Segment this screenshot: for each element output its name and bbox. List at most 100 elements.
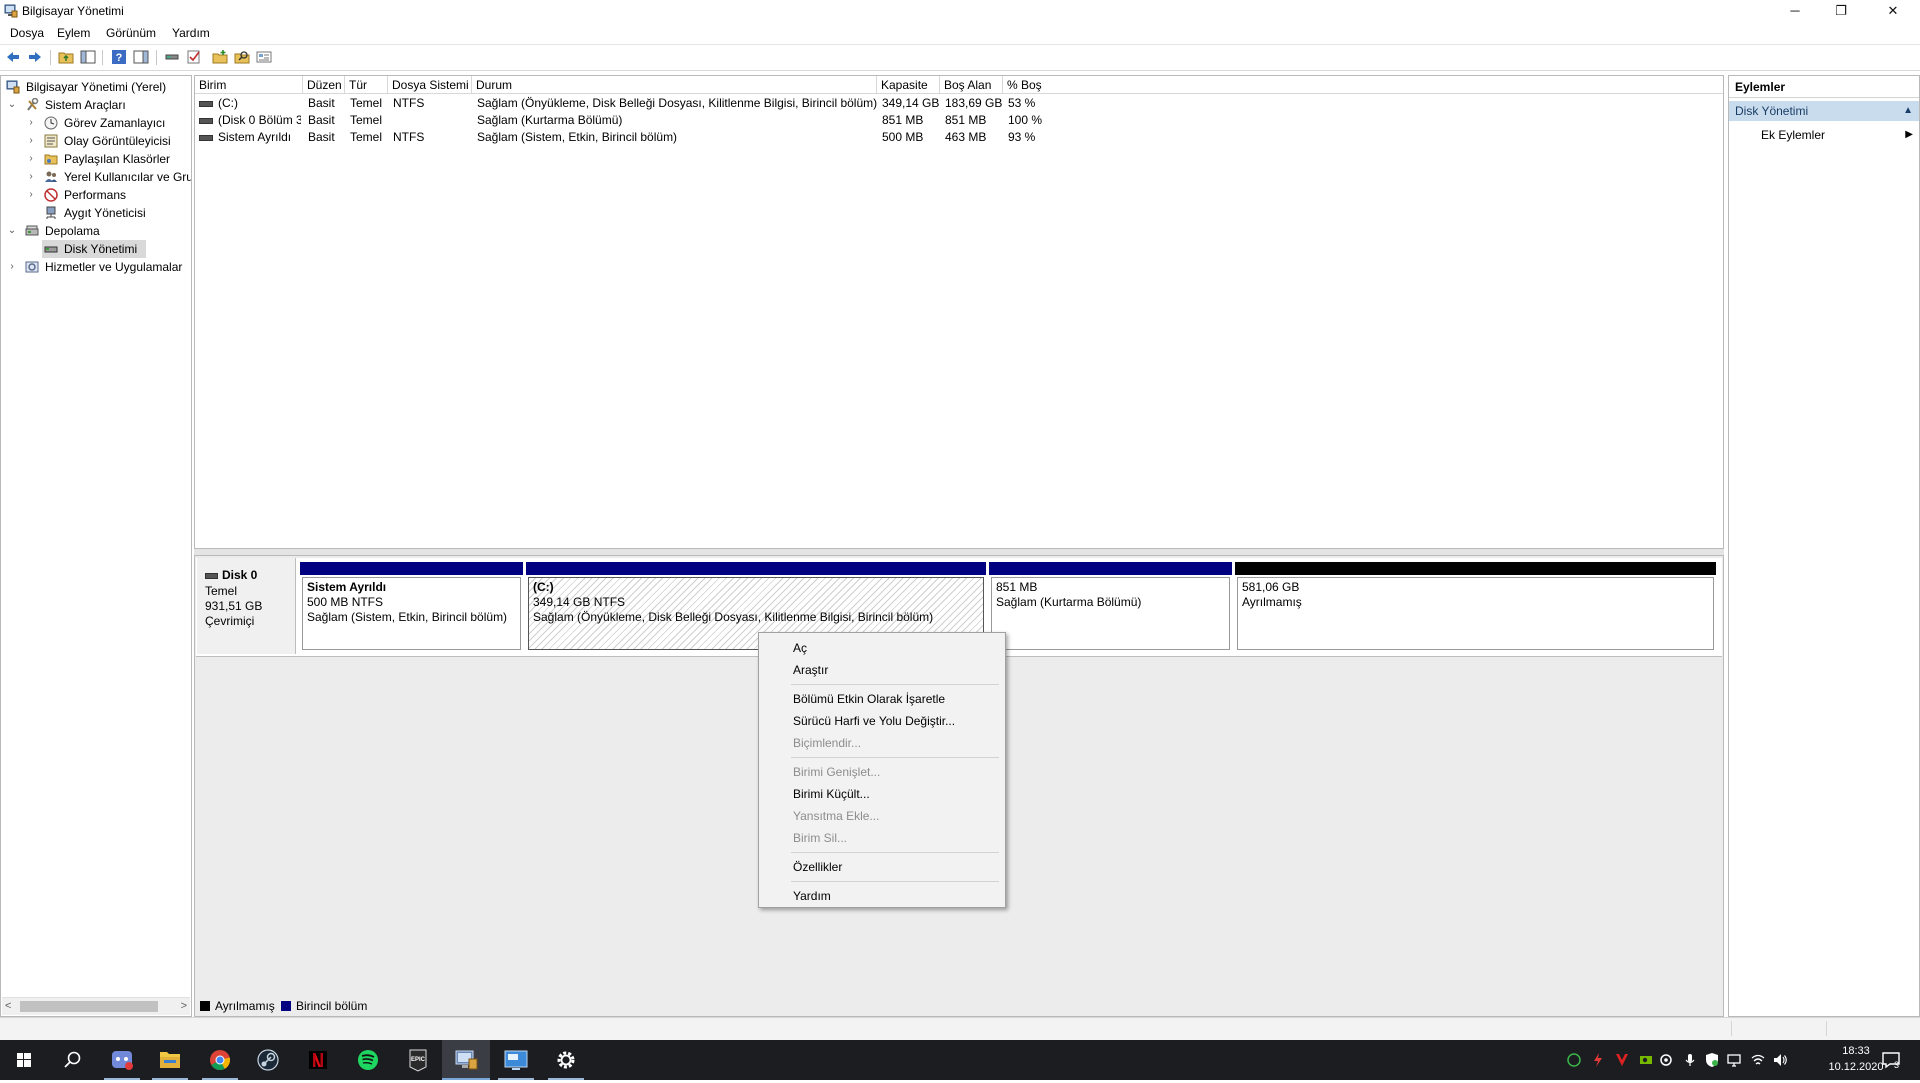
partition-bar bbox=[1235, 562, 1716, 575]
tree-item-task-scheduler[interactable]: › Görev Zamanlayıcı bbox=[4, 114, 189, 132]
expand-icon[interactable]: › bbox=[26, 168, 36, 186]
nvidia-tray-icon[interactable] bbox=[1638, 1052, 1654, 1068]
scroll-thumb[interactable] bbox=[20, 1001, 158, 1012]
menu-dosya[interactable]: Dosya bbox=[10, 26, 44, 40]
scroll-right-icon[interactable]: > bbox=[181, 998, 187, 1015]
app-tray-icon[interactable] bbox=[1658, 1052, 1674, 1068]
column-header-kapasite[interactable]: Kapasite bbox=[877, 76, 940, 94]
ctx-explore[interactable]: Araştır bbox=[759, 659, 1005, 681]
security-tray-icon[interactable] bbox=[1566, 1052, 1582, 1068]
expand-icon[interactable]: › bbox=[26, 186, 36, 204]
computer-management-app[interactable] bbox=[442, 1040, 490, 1080]
collapse-icon[interactable]: ⌄ bbox=[7, 222, 17, 240]
column-header-yuzde-bos[interactable]: % Boş bbox=[1003, 76, 1723, 94]
spotify-app[interactable] bbox=[344, 1040, 392, 1080]
volume-tray-icon[interactable] bbox=[1772, 1052, 1788, 1068]
show-hide-action-icon[interactable] bbox=[133, 49, 149, 65]
back-icon[interactable] bbox=[5, 49, 21, 65]
computer-management-icon bbox=[6, 80, 20, 94]
column-header-dosya-sistemi[interactable]: Dosya Sistemi bbox=[388, 76, 472, 94]
tree-item-device-manager[interactable]: Aygıt Yöneticisi bbox=[4, 204, 189, 222]
forward-icon[interactable] bbox=[27, 49, 43, 65]
epic-games-app[interactable]: EPIC bbox=[394, 1040, 442, 1080]
help-icon[interactable]: ? bbox=[111, 49, 127, 65]
chrome-app[interactable] bbox=[196, 1040, 244, 1080]
check-icon[interactable] bbox=[186, 49, 202, 65]
notification-center[interactable]: 3 bbox=[1880, 1049, 1902, 1071]
table-row[interactable]: (C:) Basit Temel NTFS Sağlam (Önyükleme,… bbox=[195, 95, 1723, 112]
menu-eylem[interactable]: Eylem bbox=[57, 26, 90, 40]
restore-button[interactable]: ❐ bbox=[1818, 0, 1864, 22]
settings-app[interactable] bbox=[542, 1040, 590, 1080]
ctx-delete-volume[interactable]: Birim Sil... bbox=[759, 827, 1005, 849]
scroll-left-icon[interactable]: < bbox=[5, 998, 11, 1015]
network-tray-icon[interactable] bbox=[1750, 1052, 1766, 1068]
actions-pane: Eylemler Disk Yönetimi ▲ Ek Eylemler ▶ bbox=[1728, 75, 1920, 1017]
new-icon[interactable] bbox=[212, 49, 228, 65]
shield-tray-icon[interactable] bbox=[1614, 1052, 1630, 1068]
column-header-tur[interactable]: Tür bbox=[345, 76, 388, 94]
up-folder-icon[interactable] bbox=[58, 49, 74, 65]
connect-icon[interactable] bbox=[164, 49, 180, 65]
close-button[interactable]: ✕ bbox=[1870, 0, 1916, 22]
defender-tray-icon[interactable] bbox=[1704, 1052, 1720, 1068]
cell-yuzde-bos: 53 % bbox=[1008, 96, 1036, 110]
expand-icon[interactable]: › bbox=[26, 114, 36, 132]
tree-item-local-users[interactable]: › Yerel Kullanıcılar ve Gru bbox=[4, 168, 191, 186]
partition-recovery[interactable]: 851 MB Sağlam (Kurtarma Bölümü) bbox=[989, 562, 1232, 650]
properties-icon[interactable] bbox=[256, 49, 272, 65]
ctx-change-drive-letter[interactable]: Sürücü Harfi ve Yolu Değiştir... bbox=[759, 710, 1005, 732]
tree-item-shared-folders[interactable]: › Paylaşılan Klasörler bbox=[4, 150, 189, 168]
show-hide-tree-icon[interactable] bbox=[80, 49, 96, 65]
tree-item-services[interactable]: › Hizmetler ve Uygulamalar bbox=[4, 258, 189, 276]
ctx-mark-active[interactable]: Bölümü Etkin Olarak İşaretle bbox=[759, 688, 1005, 710]
column-header-durum[interactable]: Durum bbox=[472, 76, 877, 94]
partition-system-reserved[interactable]: Sistem Ayrıldı 500 MB NTFS Sağlam (Siste… bbox=[300, 562, 523, 650]
more-actions-item[interactable]: Ek Eylemler ▶ bbox=[1729, 125, 1919, 145]
file-explorer-app[interactable] bbox=[146, 1040, 194, 1080]
collapse-icon[interactable]: ⌄ bbox=[7, 96, 17, 114]
tree-item-system-tools[interactable]: ⌄ Sistem Araçları bbox=[4, 96, 189, 114]
ctx-shrink-volume[interactable]: Birimi Küçült... bbox=[759, 783, 1005, 805]
tree-label: Sistem Araçları bbox=[45, 98, 126, 112]
svg-text:?: ? bbox=[116, 52, 123, 64]
volume-icon bbox=[199, 134, 213, 141]
start-icon[interactable] bbox=[0, 1040, 48, 1080]
netflix-app[interactable] bbox=[294, 1040, 342, 1080]
table-row[interactable]: Sistem Ayrıldı Basit Temel NTFS Sağlam (… bbox=[195, 129, 1723, 146]
column-header-duzen[interactable]: Düzen bbox=[303, 76, 345, 94]
ctx-extend-volume[interactable]: Birimi Genişlet... bbox=[759, 761, 1005, 783]
minimize-button[interactable]: ─ bbox=[1772, 0, 1818, 22]
column-header-birim[interactable]: Birim bbox=[195, 76, 303, 94]
tree-item-disk-management[interactable]: Disk Yönetimi bbox=[4, 240, 189, 258]
discord-app[interactable] bbox=[98, 1040, 146, 1080]
ctx-help[interactable]: Yardım bbox=[759, 885, 1005, 907]
expand-icon[interactable]: › bbox=[7, 258, 17, 276]
tree-item-event-viewer[interactable]: › Olay Görüntüleyicisi bbox=[4, 132, 189, 150]
remote-desktop-app[interactable] bbox=[492, 1040, 540, 1080]
actions-section-disk-management[interactable]: Disk Yönetimi ▲ bbox=[1729, 101, 1919, 121]
search-icon[interactable] bbox=[48, 1040, 96, 1080]
ctx-format[interactable]: Biçimlendir... bbox=[759, 732, 1005, 754]
menu-gorunum[interactable]: Görünüm bbox=[106, 26, 156, 40]
ctx-properties[interactable]: Özellikler bbox=[759, 856, 1005, 878]
tree-item-storage[interactable]: ⌄ Depolama bbox=[4, 222, 189, 240]
power-tray-icon[interactable] bbox=[1590, 1052, 1606, 1068]
ctx-add-mirror[interactable]: Yansıtma Ekle... bbox=[759, 805, 1005, 827]
tree-item-root[interactable]: Bilgisayar Yönetimi (Yerel) bbox=[4, 78, 189, 96]
display-tray-icon[interactable] bbox=[1726, 1052, 1742, 1068]
horizontal-scrollbar[interactable]: < > bbox=[2, 997, 190, 1015]
table-row[interactable]: (Disk 0 Bölüm 3) Basit Temel Sağlam (Kur… bbox=[195, 112, 1723, 129]
tree-item-performance[interactable]: › Performans bbox=[4, 186, 189, 204]
collapse-up-icon[interactable]: ▲ bbox=[1903, 101, 1913, 121]
search-icon[interactable] bbox=[234, 49, 250, 65]
ctx-open[interactable]: Aç bbox=[759, 637, 1005, 659]
steam-app[interactable] bbox=[244, 1040, 292, 1080]
disk-info[interactable]: Disk 0 Temel 931,51 GB Çevrimiçi bbox=[197, 558, 296, 654]
microphone-tray-icon[interactable] bbox=[1682, 1052, 1698, 1068]
expand-icon[interactable]: › bbox=[26, 150, 36, 168]
partition-unallocated[interactable]: 581,06 GB Ayrılmamış bbox=[1235, 562, 1716, 650]
menu-yardim[interactable]: Yardım bbox=[172, 26, 210, 40]
column-header-bos-alan[interactable]: Boş Alan bbox=[940, 76, 1003, 94]
expand-icon[interactable]: › bbox=[26, 132, 36, 150]
